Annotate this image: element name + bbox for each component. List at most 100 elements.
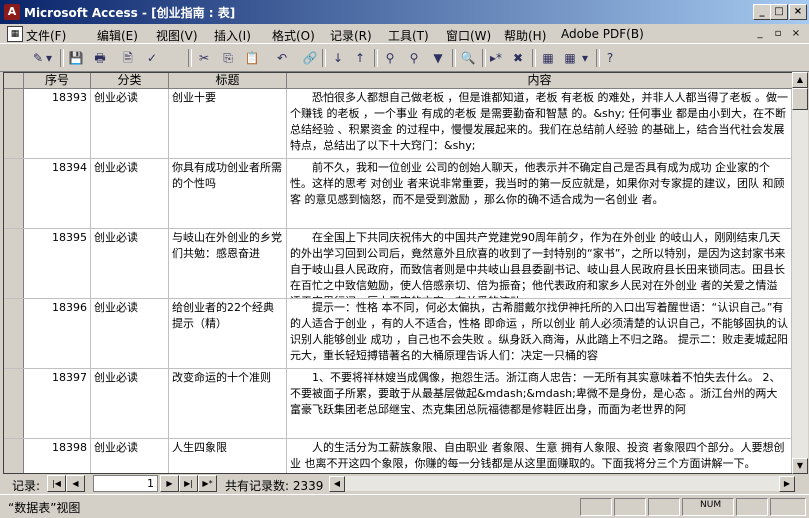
previous-record-button[interactable]: ◀ xyxy=(66,475,85,492)
column-header-category[interactable]: 分类 xyxy=(91,73,169,89)
filter-by-selection-icon[interactable]: ⚲ xyxy=(380,48,400,68)
print-preview-icon[interactable]: 🖹 xyxy=(118,48,138,68)
cell-category[interactable]: 创业必读 xyxy=(91,89,169,158)
cell-id[interactable]: 18393 xyxy=(24,89,91,158)
menu-adobe-pdf[interactable]: Adobe PDF(B) xyxy=(561,27,644,41)
current-record-input[interactable]: 1 xyxy=(93,475,158,492)
cell-id[interactable]: 18397 xyxy=(24,369,91,438)
menu-view[interactable]: 视图(V) xyxy=(156,27,198,44)
column-header-title[interactable]: 标题 xyxy=(169,73,287,89)
cell-id[interactable]: 18396 xyxy=(24,299,91,368)
column-header-id[interactable]: 序号 xyxy=(24,73,91,89)
select-all-corner[interactable] xyxy=(4,73,24,89)
spell-check-icon[interactable]: ✓ xyxy=(142,48,162,68)
menu-edit[interactable]: 编辑(E) xyxy=(97,27,138,44)
access-app-icon[interactable]: A xyxy=(4,4,20,20)
cut-icon[interactable]: ✂ xyxy=(194,48,214,68)
menu-format[interactable]: 格式(O) xyxy=(272,27,315,44)
menu-insert[interactable]: 插入(I) xyxy=(214,27,251,44)
cell-id[interactable]: 18394 xyxy=(24,159,91,228)
filter-by-form-icon[interactable]: ⚲ xyxy=(404,48,424,68)
new-record-button[interactable]: ▶* xyxy=(198,475,217,492)
cell-title[interactable]: 与岐山在外创业的乡党们共勉：感恩奋进 xyxy=(169,229,287,298)
maximize-button[interactable]: □ xyxy=(770,4,788,20)
cell-content[interactable]: 前不久，我和一位创业 公司的创始人聊天，他表示并不确定自己是否具有成为成功 企业… xyxy=(287,159,792,228)
cell-id[interactable]: 18395 xyxy=(24,229,91,298)
cell-category[interactable]: 创业必读 xyxy=(91,159,169,228)
minimize-button[interactable]: _ xyxy=(753,4,771,20)
first-record-button[interactable]: |◀ xyxy=(47,475,66,492)
cell-content[interactable]: 提示一：性格 本不同，何必太偏执，古希腊戴尔找伊神托所的入口出写着醒世语：“认识… xyxy=(287,299,792,368)
table-document-icon[interactable]: ▦ xyxy=(7,26,23,42)
close-button[interactable]: × xyxy=(789,4,807,20)
mdi-minimize-button[interactable]: _ xyxy=(752,27,768,40)
cell-category[interactable]: 创业必读 xyxy=(91,439,169,473)
record-label: 记录: xyxy=(12,479,41,493)
delete-record-icon[interactable]: ✖ xyxy=(508,48,528,68)
next-record-button[interactable]: ▶ xyxy=(160,475,179,492)
cell-id[interactable]: 18398 xyxy=(24,439,91,473)
menu-file[interactable]: 文件(F) xyxy=(26,27,66,44)
record-selector[interactable] xyxy=(4,229,24,298)
cell-title[interactable]: 人生四象限 xyxy=(169,439,287,473)
vertical-scrollbar[interactable]: ▲ ▼ xyxy=(792,72,808,474)
toolbar-separator xyxy=(60,49,64,67)
sort-descending-icon[interactable]: ↑ xyxy=(350,48,370,68)
cell-content[interactable]: 在全国上下共同庆祝伟大的中国共产党建党90周年前夕，作为在外创业 的岐山人，刚刚… xyxy=(287,229,792,298)
database-window-icon[interactable]: ▦ xyxy=(538,48,558,68)
help-icon[interactable]: ? xyxy=(600,48,620,68)
menu-tools[interactable]: 工具(T) xyxy=(388,27,429,44)
record-selector[interactable] xyxy=(4,89,24,158)
cell-title[interactable]: 创业十要 xyxy=(169,89,287,158)
cell-content[interactable]: 恐怕很多人都想自己做老板 ，但是谁都知道，老板 有老板 的难处，并非人人都当得了… xyxy=(287,89,792,158)
find-icon[interactable]: 🔍 xyxy=(458,48,478,68)
copy-icon[interactable]: ⎘ xyxy=(218,48,238,68)
scroll-left-icon[interactable]: ◀ xyxy=(329,476,345,492)
cell-category[interactable]: 创业必读 xyxy=(91,299,169,368)
column-header-content[interactable]: 内容 xyxy=(287,73,792,89)
new-record-icon[interactable]: ▸* xyxy=(486,48,506,68)
view-dropdown-icon[interactable]: ▾ xyxy=(44,48,54,68)
record-selector[interactable] xyxy=(4,439,24,473)
record-count: 共有记录数: 2339 xyxy=(225,479,324,493)
table-row[interactable]: 18395 创业必读 与岐山在外创业的乡党们共勉：感恩奋进 在全国上下共同庆祝伟… xyxy=(4,229,792,299)
hyperlink-icon[interactable]: 🔗 xyxy=(300,48,320,68)
cell-category[interactable]: 创业必读 xyxy=(91,369,169,438)
horizontal-scrollbar[interactable]: ◀ ▶ xyxy=(329,476,795,492)
print-icon[interactable]: 🖶 xyxy=(90,48,110,68)
cell-content[interactable]: 人的生活分为工薪族象限、自由职业 者象限、生意 拥有人象限、投资 者象限四个部分… xyxy=(287,439,792,473)
cell-category[interactable]: 创业必读 xyxy=(91,229,169,298)
save-icon[interactable]: 💾 xyxy=(66,48,86,68)
sort-ascending-icon[interactable]: ↓ xyxy=(328,48,348,68)
table-row[interactable]: 18393 创业必读 创业十要 恐怕很多人都想自己做老板 ，但是谁都知道，老板 … xyxy=(4,89,792,159)
record-selector[interactable] xyxy=(4,369,24,438)
toolbar: ✎ ▾ 💾 🖶 🖹 ✓ ✂ ⎘ 📋 ↶ 🔗 ↓ ↑ ⚲ ⚲ ▼ 🔍 ▸* ✖ ▦… xyxy=(0,44,809,72)
new-object-icon[interactable]: ▦ xyxy=(560,48,580,68)
record-selector[interactable] xyxy=(4,159,24,228)
record-selector[interactable] xyxy=(4,299,24,368)
table-row[interactable]: 18396 创业必读 给创业者的22个经典提示（精） 提示一：性格 本不同，何必… xyxy=(4,299,792,369)
cell-title[interactable]: 你具有成功创业者所需的个性吗 xyxy=(169,159,287,228)
last-record-button[interactable]: ▶| xyxy=(179,475,198,492)
table-row[interactable]: 18397 创业必读 改变命运的十个准则 1、不要将祥林嫂当成偶像，抱怨生活。浙… xyxy=(4,369,792,439)
status-bar: “数据表”视图 NUM xyxy=(0,494,809,518)
table-row[interactable]: 18394 创业必读 你具有成功创业者所需的个性吗 前不久，我和一位创业 公司的… xyxy=(4,159,792,229)
paste-icon[interactable]: 📋 xyxy=(242,48,262,68)
new-object-dropdown-icon[interactable]: ▾ xyxy=(580,48,590,68)
cell-title[interactable]: 给创业者的22个经典提示（精） xyxy=(169,299,287,368)
cell-title[interactable]: 改变命运的十个准则 xyxy=(169,369,287,438)
menu-records[interactable]: 记录(R) xyxy=(330,27,372,44)
undo-icon[interactable]: ↶ xyxy=(272,48,292,68)
apply-filter-icon[interactable]: ▼ xyxy=(428,48,448,68)
mdi-close-button[interactable]: × xyxy=(788,27,804,40)
cell-content[interactable]: 1、不要将祥林嫂当成偶像，抱怨生活。浙江商人忠告：一无所有其实意味着不怕失去什么… xyxy=(287,369,792,438)
mdi-restore-button[interactable]: ▫ xyxy=(770,27,786,40)
table-row[interactable]: 18398 创业必读 人生四象限 人的生活分为工薪族象限、自由职业 者象限、生意… xyxy=(4,439,792,473)
scroll-up-icon[interactable]: ▲ xyxy=(792,72,808,88)
menu-window[interactable]: 窗口(W) xyxy=(446,27,491,44)
menu-help[interactable]: 帮助(H) xyxy=(504,27,546,44)
vertical-scroll-thumb[interactable] xyxy=(792,88,808,110)
num-lock-indicator: NUM xyxy=(700,500,722,510)
scroll-down-icon[interactable]: ▼ xyxy=(792,458,808,474)
scroll-right-icon[interactable]: ▶ xyxy=(779,476,795,492)
